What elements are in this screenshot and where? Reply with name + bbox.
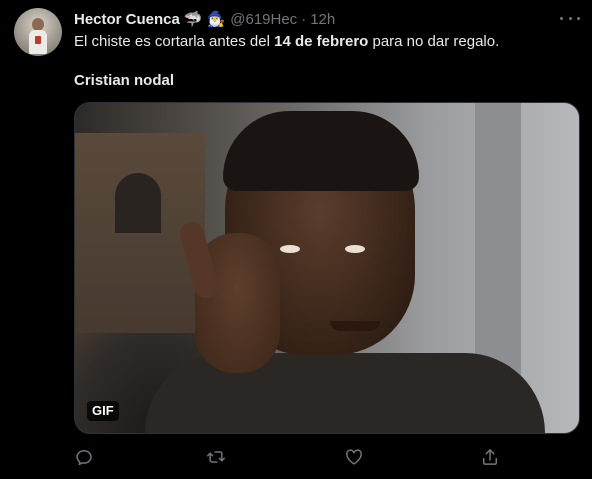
tweet-text: El chiste es cortarla antes del 14 de fe… — [74, 32, 579, 52]
avatar-figure-mark — [35, 36, 41, 44]
reply-icon — [76, 450, 92, 466]
author-handle[interactable]: @619Hec — [230, 11, 297, 28]
gif-media[interactable]: GIF — [74, 102, 580, 434]
share-button[interactable] — [480, 447, 500, 467]
tweet-actions — [74, 447, 580, 467]
man-eye-left — [280, 245, 300, 253]
more-dot — [560, 16, 563, 20]
avatar[interactable] — [14, 8, 62, 56]
retweet-icon — [206, 451, 226, 463]
wizard-emoji: 🧙‍♂️ — [206, 10, 226, 28]
more-dot — [568, 16, 572, 20]
retweet-button[interactable] — [206, 447, 226, 467]
author-name[interactable]: Hector Cuenca — [74, 11, 180, 28]
building-window — [115, 173, 161, 233]
man-hair — [223, 111, 419, 191]
gif-badge: GIF — [87, 401, 119, 421]
like-button[interactable] — [344, 447, 364, 467]
more-options-button[interactable] — [560, 11, 580, 25]
tweet: Hector Cuenca 🦈 🧙‍♂️ @619Hec · 12h El ch… — [0, 0, 592, 479]
more-dot — [577, 16, 580, 20]
share-icon — [483, 449, 497, 465]
tweet-text-bold: 14 de febrero — [274, 33, 369, 50]
reply-button[interactable] — [74, 447, 94, 467]
header-separator: · — [301, 10, 307, 28]
tweet-text-end: para no dar regalo. — [368, 33, 500, 50]
tweet-text-second-line: Cristian nodal — [74, 72, 175, 89]
shark-emoji: 🦈 — [183, 10, 203, 28]
tweet-timestamp[interactable]: 12h — [310, 11, 335, 28]
man-shirt — [145, 353, 545, 433]
man-smirk — [330, 321, 380, 331]
like-icon — [346, 449, 362, 465]
tweet-header: Hector Cuenca 🦈 🧙‍♂️ @619Hec · 12h — [74, 9, 335, 29]
tweet-text-start: El chiste es cortarla antes del — [74, 33, 275, 50]
man-eye-right — [345, 245, 365, 253]
